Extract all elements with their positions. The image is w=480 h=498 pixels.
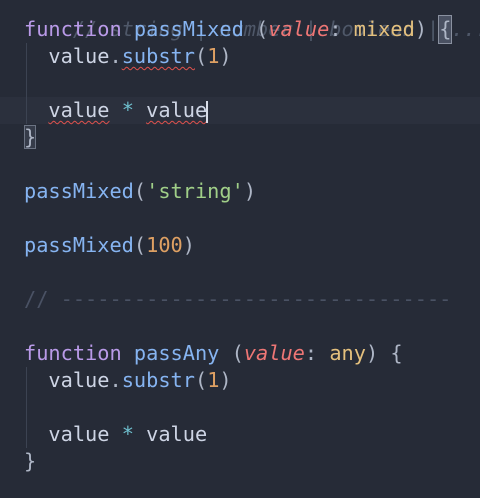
number-literal: 1 <box>207 368 220 392</box>
paren: ) <box>182 233 195 257</box>
number-literal: 100 <box>146 233 183 257</box>
paren: ( <box>133 233 147 257</box>
identifier: value <box>48 422 110 446</box>
paren: ( <box>133 179 147 203</box>
brace: } <box>24 449 37 473</box>
function-name: passMixed <box>133 17 244 41</box>
paren: ) <box>365 341 379 365</box>
code-line[interactable]: // string | number | boolean | .... <box>24 0 480 41</box>
parameter: value <box>243 341 305 365</box>
keyword: function <box>24 341 122 365</box>
paren: ) <box>243 179 257 203</box>
operator: * <box>121 422 134 446</box>
paren: ( <box>231 341 244 365</box>
colon: : <box>329 17 342 41</box>
identifier-error: value <box>146 98 208 122</box>
code-line[interactable]: // -------------------------------- <box>24 286 451 313</box>
code-line[interactable]: value.substr(1) <box>24 367 232 394</box>
function-call: passMixed <box>24 179 134 203</box>
paren: ) <box>219 368 232 392</box>
code-line[interactable]: } <box>24 124 37 151</box>
method-name-error: substr <box>121 44 195 68</box>
identifier-error: value <box>48 98 110 122</box>
method-name: substr <box>121 368 195 392</box>
number-literal: 1 <box>207 44 220 68</box>
code-editor[interactable]: // string | number | boolean | .... func… <box>0 0 480 498</box>
code-line[interactable]: function passMixed (value: mixed) { <box>24 15 453 44</box>
code-line[interactable]: value.substr(1) <box>24 43 232 70</box>
bracket-match-close: } <box>24 125 37 149</box>
type-annotation: mixed <box>353 17 415 41</box>
text-cursor <box>206 100 209 123</box>
paren: ( <box>194 368 208 392</box>
colon: : <box>304 341 318 365</box>
function-call: passMixed <box>24 233 134 257</box>
brace: { <box>390 341 403 365</box>
paren: ( <box>194 44 208 68</box>
code-line[interactable]: value * value <box>24 421 207 448</box>
operator: * <box>121 98 134 122</box>
comment-divider: // -------------------------------- <box>24 287 452 311</box>
code-line[interactable]: passMixed('string') <box>24 178 256 205</box>
string-literal: 'string' <box>146 179 244 203</box>
paren: ) <box>219 44 232 68</box>
parameter: value <box>268 17 330 41</box>
code-line[interactable]: } <box>24 448 36 475</box>
function-name: passAny <box>133 341 220 365</box>
identifier: value <box>48 368 110 392</box>
paren: ( <box>256 17 269 41</box>
bracket-match-open: { <box>438 15 453 44</box>
paren: ) <box>414 17 428 41</box>
code-line[interactable]: function passAny (value: any) { <box>24 340 403 367</box>
keyword: function <box>24 17 122 41</box>
dot: . <box>109 44 122 68</box>
code-line[interactable]: passMixed(100) <box>24 232 195 259</box>
code-line[interactable]: value * value <box>24 97 209 124</box>
dot: . <box>109 368 122 392</box>
identifier: value <box>146 422 208 446</box>
identifier: value <box>48 44 110 68</box>
type-annotation: any <box>329 341 366 365</box>
